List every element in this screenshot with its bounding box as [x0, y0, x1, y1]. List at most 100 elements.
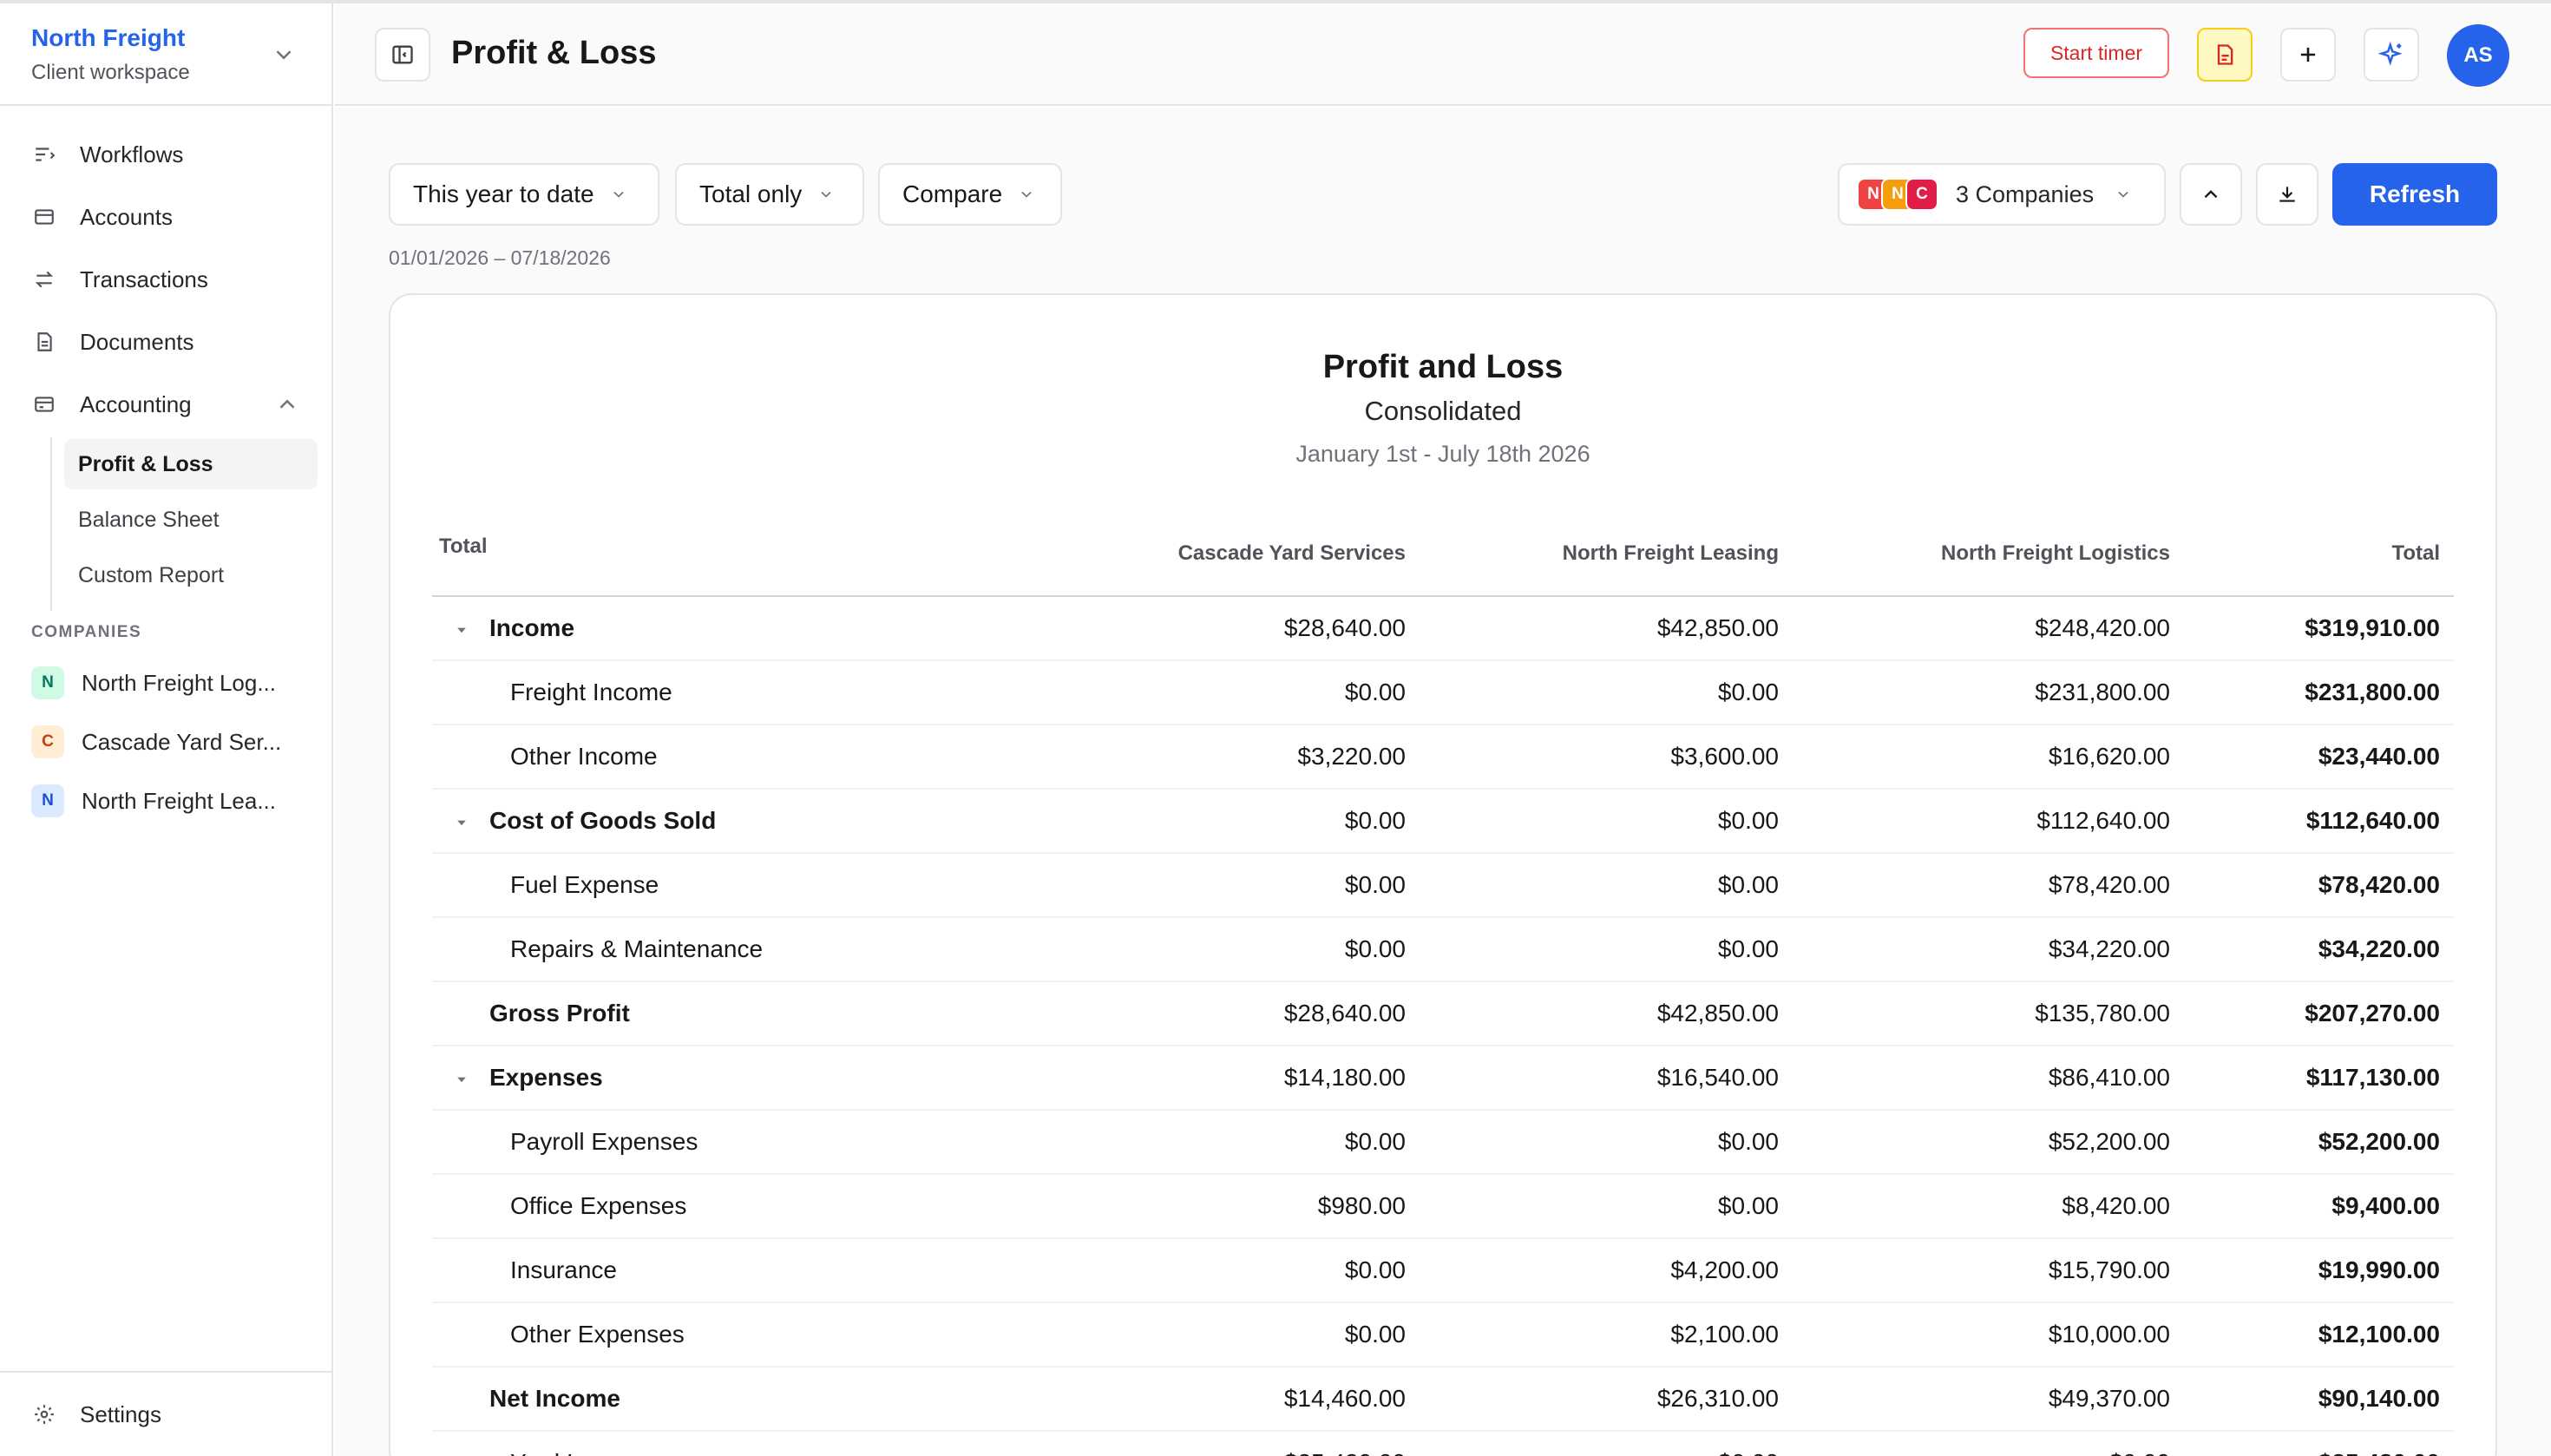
row-value: $0.00: [1717, 807, 1779, 834]
row-label: Payroll Expenses: [510, 1128, 698, 1155]
row-value: $26,310.00: [1656, 1385, 1779, 1412]
row-value: $0.00: [1717, 679, 1779, 705]
companies-section-label: COMPANIES: [31, 623, 142, 641]
row-value: $3,220.00: [1297, 743, 1406, 770]
company-item[interactable]: C Cascade Yard Ser...: [31, 720, 309, 764]
column-header: North Freight Logistics: [1941, 541, 2170, 565]
sidebar-item-documents[interactable]: Documents: [21, 318, 316, 366]
report-card: Profit and Loss Consolidated January 1st…: [389, 293, 2497, 1456]
start-timer-button[interactable]: Start timer: [2023, 28, 2169, 78]
workspace-switcher[interactable]: North Freight Client workspace: [0, 3, 331, 106]
collapse-all-button[interactable]: [2180, 163, 2242, 226]
sidebar-item-transactions[interactable]: Transactions: [21, 255, 316, 304]
sidebar-item-workflows[interactable]: Workflows: [21, 130, 316, 179]
row-value: $14,180.00: [1283, 1064, 1406, 1091]
table-body: Income $28,640.00 $42,850.00 $248,420.00 $31…: [432, 597, 2454, 1456]
row-total-value: $319,910.00: [2305, 614, 2440, 641]
companies-count-label: 3 Companies: [1956, 180, 2095, 207]
chevron-up-icon[interactable]: [274, 391, 300, 417]
row-value: $3,600.00: [1670, 743, 1779, 770]
compare-value: Compare: [902, 180, 1003, 207]
sidebar-item-profit-loss[interactable]: Profit & Loss: [64, 439, 318, 489]
companies-selector[interactable]: N N C 3 Companies: [1838, 163, 2166, 226]
caret-down-icon[interactable]: [455, 1072, 469, 1086]
period-dropdown[interactable]: This year to date: [389, 163, 659, 226]
row-value: $0.00: [2109, 1449, 2170, 1456]
table-row: Repairs & Maintenance $0.00 $0.00 $34,220.0…: [432, 918, 2454, 982]
sidebar-item-label: Workflows: [80, 141, 184, 167]
collapse-sidebar-button[interactable]: [375, 28, 430, 82]
row-total-value: $207,270.00: [2305, 1000, 2440, 1026]
column-header: Cascade Yard Services: [1177, 541, 1406, 565]
sidebar-item-accounting[interactable]: Accounting: [21, 380, 316, 429]
caret-down-icon[interactable]: [455, 816, 469, 830]
avatar[interactable]: AS: [2447, 24, 2509, 87]
report-subtitle: Consolidated: [1364, 396, 1522, 426]
row-label: Net Income: [489, 1385, 620, 1412]
row-value: $10,000.00: [2048, 1321, 2170, 1348]
row-value: $0.00: [1344, 1321, 1406, 1348]
chevron-down-icon: [613, 191, 624, 198]
period-dropdown-value: This year to date: [413, 180, 594, 207]
row-value: $0.00: [1717, 1192, 1779, 1219]
column-header: North Freight Leasing: [1562, 541, 1779, 565]
company-badge: N: [31, 784, 64, 817]
caret-down-icon[interactable]: [455, 623, 469, 637]
compare-dropdown[interactable]: Compare: [878, 163, 1062, 226]
row-total-value: $112,640.00: [2305, 807, 2440, 834]
pdf-export-button[interactable]: [2197, 28, 2253, 82]
row-value: $16,540.00: [1656, 1064, 1779, 1091]
workflows-icon: [31, 141, 57, 167]
row-value: $15,790.00: [2048, 1256, 2170, 1283]
sidebar-item-custom-report[interactable]: Custom Report: [64, 550, 318, 600]
row-value: $14,460.00: [1283, 1385, 1406, 1412]
row-value: $248,420.00: [2035, 614, 2170, 641]
document-icon: [31, 329, 57, 355]
row-value: $0.00: [1717, 1128, 1779, 1155]
row-value: $0.00: [1718, 1449, 1779, 1456]
sidebar-item-label: Accounting: [80, 390, 192, 417]
sidebar-item-balance-sheet[interactable]: Balance Sheet: [64, 495, 318, 545]
sidebar-item-label: Accounts: [80, 203, 173, 230]
ai-assistant-button[interactable]: [2364, 28, 2419, 82]
row-value: $49,370.00: [2048, 1385, 2170, 1412]
row-total-value: $23,440.00: [2318, 743, 2440, 770]
report-title: Profit and Loss: [1322, 349, 1564, 385]
chevron-up-icon: [2204, 190, 2218, 199]
row-total-value: $12,100.00: [2318, 1321, 2440, 1348]
download-icon: [2279, 187, 2295, 202]
row-value: $34,220.00: [2048, 935, 2170, 962]
refresh-button[interactable]: Refresh: [2332, 163, 2497, 226]
company-badge: C: [31, 725, 64, 758]
sidebar-item-label: Documents: [80, 328, 194, 355]
row-label: Gross Profit: [489, 1000, 630, 1026]
row-value: $0.00: [1344, 935, 1406, 962]
row-total-value: $78,420.00: [2318, 871, 2440, 898]
sidebar-item-settings[interactable]: Settings: [21, 1390, 316, 1439]
sidebar-item-accounts[interactable]: Accounts: [21, 193, 316, 241]
profit-loss-table: Total Cascade Yard Services North Freigh…: [432, 515, 2454, 1456]
row-value: $135,780.00: [2035, 1000, 2170, 1026]
row-value: $28,640.00: [1283, 1000, 1406, 1026]
row-total-value: $90,140.00: [2318, 1385, 2440, 1412]
date-range-text: 01/01/2026 – 07/18/2026: [389, 246, 611, 269]
row-label: Yard Income: [510, 1449, 646, 1456]
table-row: Insurance $0.00 $4,200.00 $15,790.00 $19,990…: [432, 1239, 2454, 1303]
page-title: Profit & Loss: [451, 35, 657, 71]
company-item[interactable]: N North Freight Lea...: [31, 779, 309, 823]
table-row[interactable]: Expenses $14,180.00 $16,540.00 $86,410.00 $1…: [432, 1046, 2454, 1111]
table-row[interactable]: Cost of Goods Sold $0.00 $0.00 $112,640.00 $…: [432, 790, 2454, 854]
table-header: Total Cascade Yard Services North Freigh…: [432, 515, 2454, 597]
company-item[interactable]: N North Freight Log...: [31, 661, 309, 705]
row-total-value: $9,400.00: [2331, 1192, 2440, 1219]
row-total-value: $19,990.00: [2318, 1256, 2440, 1283]
row-value: $42,850.00: [1656, 1000, 1779, 1026]
download-button[interactable]: [2256, 163, 2318, 226]
table-row[interactable]: Income $28,640.00 $42,850.00 $248,420.00 $31…: [432, 597, 2454, 661]
table-row: Office Expenses $980.00 $0.00 $8,420.00 $9,4…: [432, 1175, 2454, 1239]
row-value: $4,200.00: [1670, 1256, 1779, 1283]
row-label: Other Expenses: [510, 1321, 685, 1348]
subnav-guide-line: [50, 437, 52, 611]
display-mode-dropdown[interactable]: Total only: [675, 163, 864, 226]
add-button[interactable]: [2280, 28, 2336, 82]
